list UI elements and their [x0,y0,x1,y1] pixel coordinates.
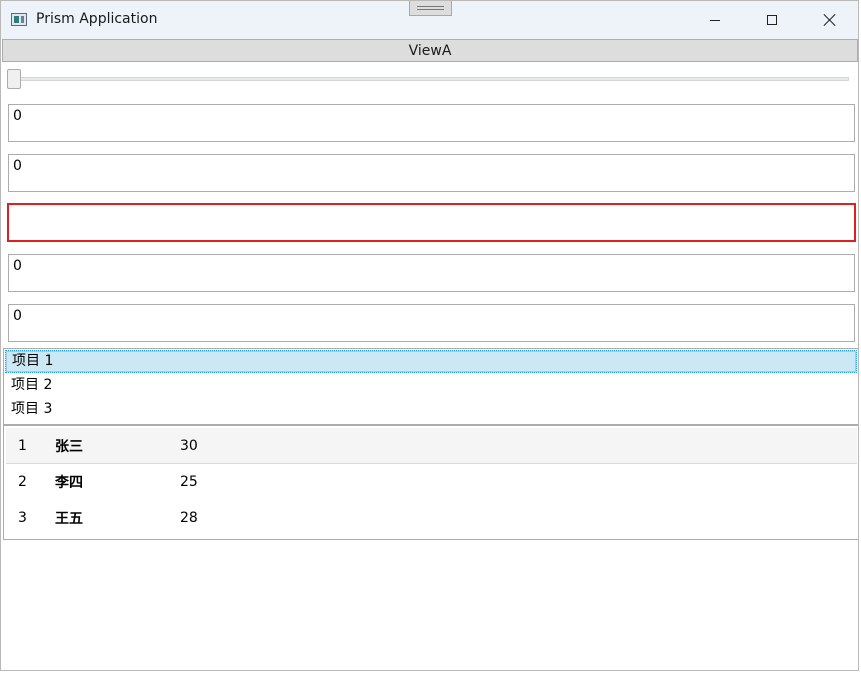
cell-id: 2 [18,474,27,490]
maximize-icon [767,15,777,25]
window-title: Prism Application [36,11,158,27]
item-listbox[interactable]: 项目 1 项目 2 项目 3 [3,348,858,425]
close-icon [824,14,836,26]
textbox-4[interactable]: 0 [8,254,855,292]
slider-thumb[interactable] [7,69,21,89]
slider-track[interactable] [9,77,849,81]
cell-age: 30 [180,437,198,454]
view-header: ViewA [2,39,858,62]
maximize-button[interactable] [743,1,801,39]
cell-name: 王五 [55,511,83,527]
title-bar[interactable]: Prism Application [1,1,858,39]
table-row[interactable]: 3 王五 28 [4,500,858,536]
app-window: Prism Application ViewA 0 0 0 0 项目 1 项目 … [0,0,859,671]
textbox-1[interactable]: 0 [8,104,855,142]
list-item[interactable]: 项目 3 [4,397,858,421]
cell-name: 李四 [55,475,83,491]
list-item[interactable]: 项目 2 [4,373,858,397]
table-row[interactable]: 2 李四 25 [4,464,858,500]
table-row[interactable]: 1 张三 30 [6,428,857,464]
cell-id: 3 [18,510,27,526]
minimize-button[interactable] [686,1,744,39]
value-slider[interactable] [7,69,850,91]
list-item[interactable]: 项目 1 [5,350,857,373]
textbox-2[interactable]: 0 [8,154,855,192]
minimize-icon [710,19,720,21]
textbox-3-error[interactable] [7,203,856,242]
cell-age: 28 [180,510,198,526]
close-button[interactable] [801,1,858,39]
drag-handle[interactable] [409,1,452,16]
app-window-icon [11,13,27,26]
textbox-5[interactable]: 0 [8,304,855,342]
cell-name: 张三 [55,438,83,455]
cell-id: 1 [18,437,27,454]
cell-age: 25 [180,474,198,490]
people-grid[interactable]: 1 张三 30 2 李四 25 3 王五 28 [3,425,858,540]
